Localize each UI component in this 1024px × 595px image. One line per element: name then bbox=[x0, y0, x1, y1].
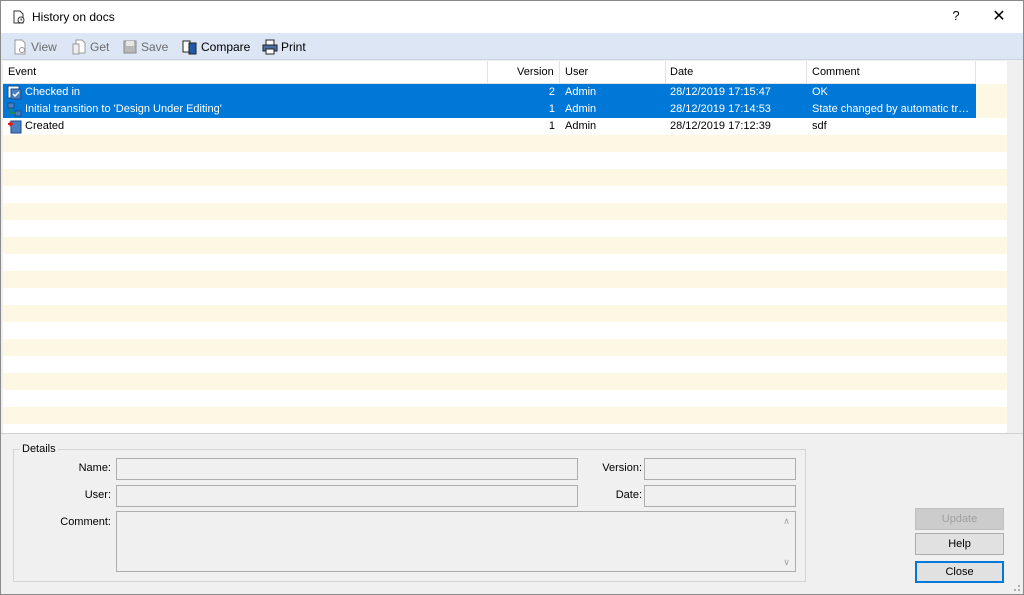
grid-rows: Checked in 2 Admin 28/12/2019 17:15:47 OK Ini… bbox=[3, 84, 1007, 424]
printer-icon bbox=[262, 39, 278, 54]
table-row bbox=[3, 322, 1007, 339]
table-row bbox=[3, 220, 1007, 237]
table-row bbox=[3, 254, 1007, 271]
close-button[interactable]: Close bbox=[915, 561, 1004, 583]
row-filler bbox=[976, 101, 1007, 118]
column-header-user[interactable]: User bbox=[565, 66, 588, 78]
version-label: Version: bbox=[602, 462, 642, 474]
cell-comment: State changed by automatic tr… bbox=[812, 103, 970, 115]
save-icon bbox=[123, 40, 137, 53]
table-row bbox=[3, 169, 1007, 186]
grid-header: Event Version User Date Comment bbox=[3, 61, 976, 84]
user-field[interactable] bbox=[116, 485, 578, 507]
column-divider[interactable] bbox=[487, 61, 488, 84]
table-row bbox=[3, 390, 1007, 407]
created-icon bbox=[7, 119, 22, 134]
update-button[interactable]: Update bbox=[915, 508, 1004, 530]
comment-scrollbar[interactable]: ∧ ∨ bbox=[778, 512, 795, 571]
cell-version: 1 bbox=[548, 103, 555, 115]
table-row bbox=[3, 407, 1007, 424]
table-row[interactable]: Initial transition to 'Design Under Edit… bbox=[3, 101, 1007, 118]
column-header-date[interactable]: Date bbox=[670, 66, 693, 78]
cell-version: 2 bbox=[548, 86, 555, 98]
help-button[interactable]: Help bbox=[915, 533, 1004, 555]
comment-label: Comment: bbox=[60, 516, 111, 528]
table-row[interactable]: Checked in 2 Admin 28/12/2019 17:15:47 OK bbox=[3, 84, 1007, 101]
date-field[interactable] bbox=[644, 485, 796, 507]
history-dialog: History on docs ? ✕ View Get Save Compar… bbox=[0, 0, 1024, 595]
table-row bbox=[3, 305, 1007, 322]
name-field[interactable] bbox=[116, 458, 578, 480]
table-row bbox=[3, 152, 1007, 169]
user-label: User: bbox=[84, 489, 111, 501]
compare-label: Compare bbox=[201, 39, 251, 54]
cell-event: Initial transition to 'Design Under Edit… bbox=[25, 103, 222, 115]
cell-date: 28/12/2019 17:15:47 bbox=[670, 86, 771, 98]
column-divider[interactable] bbox=[806, 61, 807, 84]
table-row bbox=[3, 186, 1007, 203]
table-row bbox=[3, 237, 1007, 254]
table-row bbox=[3, 288, 1007, 305]
column-header-comment[interactable]: Comment bbox=[812, 66, 860, 78]
cell-event: Checked in bbox=[25, 86, 81, 98]
cell-user: Admin bbox=[565, 86, 597, 98]
cell-date: 28/12/2019 17:14:53 bbox=[670, 103, 771, 115]
title-bar: History on docs ? ✕ bbox=[1, 1, 1023, 33]
help-title-button[interactable]: ? bbox=[944, 8, 968, 26]
row-filler bbox=[976, 84, 1007, 101]
cell-user: Admin bbox=[565, 120, 597, 132]
table-row bbox=[3, 203, 1007, 220]
cell-event: Created bbox=[25, 120, 65, 132]
transition-icon bbox=[7, 102, 22, 117]
cell-user: Admin bbox=[565, 103, 597, 115]
save-button[interactable]: Save bbox=[122, 38, 168, 55]
table-row bbox=[3, 373, 1007, 390]
column-divider bbox=[975, 61, 976, 84]
table-row bbox=[3, 271, 1007, 288]
date-label: Date: bbox=[615, 489, 642, 501]
print-button[interactable]: Print bbox=[262, 38, 306, 55]
get-icon bbox=[72, 39, 86, 54]
get-button[interactable]: Get bbox=[71, 38, 109, 55]
column-header-version[interactable]: Version bbox=[517, 66, 554, 78]
print-label: Print bbox=[281, 39, 306, 54]
grid-right-gutter bbox=[1007, 61, 1023, 433]
get-label: Get bbox=[90, 39, 110, 54]
splitter[interactable] bbox=[1, 433, 1023, 436]
name-label: Name: bbox=[78, 462, 111, 474]
compare-button[interactable]: Compare bbox=[182, 38, 250, 55]
save-label: Save bbox=[141, 39, 169, 54]
window-title: History on docs bbox=[32, 10, 115, 24]
view-icon bbox=[14, 39, 26, 54]
table-row[interactable]: Created 1 Admin 28/12/2019 17:12:39 sdf bbox=[3, 118, 1007, 135]
view-label: View bbox=[31, 39, 57, 54]
cell-date: 28/12/2019 17:12:39 bbox=[670, 120, 771, 132]
table-row bbox=[3, 339, 1007, 356]
cell-version: 1 bbox=[548, 120, 555, 132]
column-header-event[interactable]: Event bbox=[8, 66, 36, 78]
resize-grip-icon[interactable] bbox=[1011, 582, 1021, 592]
cell-comment: sdf bbox=[812, 120, 827, 132]
table-row bbox=[3, 135, 1007, 152]
row-filler bbox=[976, 118, 1007, 135]
document-history-icon bbox=[12, 10, 26, 24]
version-field[interactable] bbox=[644, 458, 796, 480]
comment-field[interactable]: ∧ ∨ bbox=[116, 511, 796, 572]
scroll-up-arrow-icon[interactable]: ∧ bbox=[781, 516, 792, 526]
close-title-button[interactable]: ✕ bbox=[987, 6, 1011, 28]
toolbar: View Get Save Compare Print bbox=[1, 33, 1023, 60]
history-grid[interactable]: Event Version User Date Comment Checked … bbox=[3, 61, 1007, 433]
compare-icon bbox=[182, 40, 197, 54]
view-button[interactable]: View bbox=[12, 38, 57, 55]
cell-comment: OK bbox=[812, 86, 828, 98]
column-divider[interactable] bbox=[559, 61, 560, 84]
scroll-down-arrow-icon[interactable]: ∨ bbox=[781, 557, 792, 567]
table-row bbox=[3, 356, 1007, 373]
column-divider[interactable] bbox=[665, 61, 666, 84]
details-legend: Details bbox=[20, 443, 58, 455]
details-group: Details Name: Version: User: Date: Comme… bbox=[13, 443, 806, 582]
checked-in-icon bbox=[7, 85, 22, 100]
